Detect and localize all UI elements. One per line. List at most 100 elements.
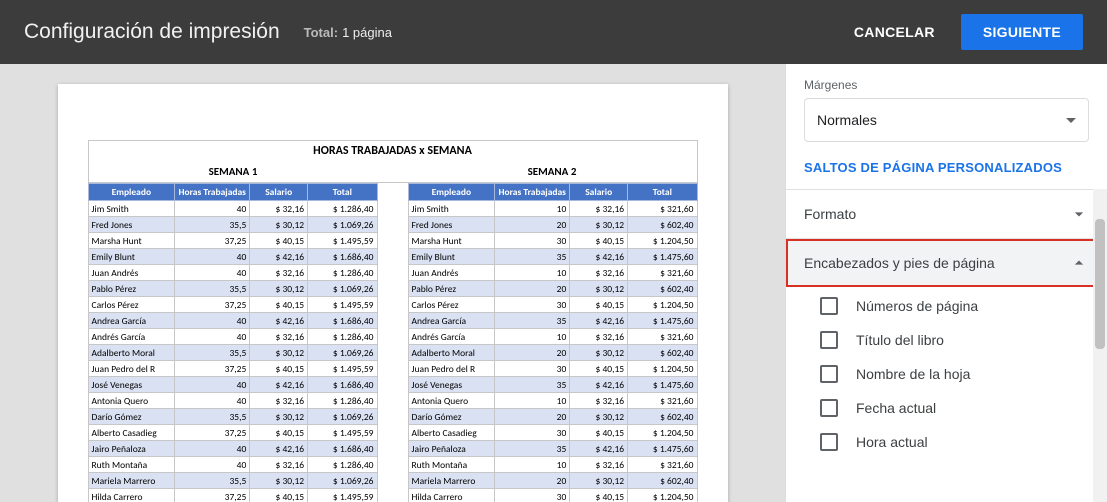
cell-horas: 37,25 <box>175 233 250 249</box>
margins-label: Márgenes <box>804 78 1089 92</box>
cell-horas: 30 <box>495 425 570 441</box>
checkbox-label: Números de página <box>856 298 978 314</box>
cell-salario: $ 32,16 <box>250 393 308 409</box>
cell-salario: $ 32,16 <box>250 265 308 281</box>
table-row: Antonia Quero40$ 32,16$ 1.286,40 <box>88 393 377 409</box>
cell-empleado: Andrea García <box>408 313 495 329</box>
table-row: Mariela Marrero35,5$ 30,12$ 1.069,26 <box>88 473 377 489</box>
cell-empleado: Alberto Casadieg <box>408 425 495 441</box>
table-row: Emily Blunt35$ 42,16$ 1.475,60 <box>408 249 697 265</box>
week2-table: Empleado Horas Trabajadas Salario Total … <box>408 183 698 502</box>
cell-total: $ 321,60 <box>628 329 697 345</box>
cell-empleado: Pablo Pérez <box>408 281 495 297</box>
table-row: Fred Jones20$ 30,12$ 602,40 <box>408 217 697 233</box>
cell-empleado: Juan Pedro del R <box>408 361 495 377</box>
col-total: Total <box>308 184 377 201</box>
cell-total: $ 1.069,26 <box>308 345 377 361</box>
checkbox-option[interactable]: Fecha actual <box>786 391 1107 425</box>
cancel-button[interactable]: CANCELAR <box>838 16 951 48</box>
checkbox-label: Hora actual <box>856 434 928 450</box>
next-button[interactable]: SIGUIENTE <box>961 14 1083 50</box>
cell-total: $ 1.495,59 <box>308 361 377 377</box>
cell-empleado: Hilda Carrero <box>88 489 175 502</box>
cell-salario: $ 40,15 <box>250 489 308 502</box>
cell-empleado: Adalberto Moral <box>88 345 175 361</box>
page-title: Configuración de impresión <box>24 20 280 44</box>
cell-empleado: Mariela Marrero <box>88 473 175 489</box>
table-row: Adalberto Moral35,5$ 30,12$ 1.069,26 <box>88 345 377 361</box>
checkbox-option[interactable]: Hora actual <box>786 425 1107 459</box>
cell-empleado: Adalberto Moral <box>408 345 495 361</box>
cell-total: $ 1.204,50 <box>628 361 697 377</box>
cell-empleado: Jairo Peñaloza <box>408 441 495 457</box>
cell-total: $ 321,60 <box>628 393 697 409</box>
section-formato-label: Formato <box>804 206 856 222</box>
cell-salario: $ 40,15 <box>250 233 308 249</box>
cell-salario: $ 30,12 <box>250 345 308 361</box>
table-row: Hilda Carrero30$ 40,15$ 1.204,50 <box>408 489 697 502</box>
cell-salario: $ 30,12 <box>250 409 308 425</box>
margins-select[interactable]: Normales <box>804 98 1089 142</box>
table-row: Marsha Hunt37,25$ 40,15$ 1.495,59 <box>88 233 377 249</box>
cell-empleado: Emily Blunt <box>88 249 175 265</box>
cell-empleado: Jim Smith <box>88 201 175 217</box>
cell-salario: $ 30,12 <box>570 345 628 361</box>
cell-salario: $ 40,15 <box>250 297 308 313</box>
cell-total: $ 1.204,50 <box>628 233 697 249</box>
section-formato[interactable]: Formato <box>786 190 1107 238</box>
cell-total: $ 1.286,40 <box>308 329 377 345</box>
section-headers-footers[interactable]: Encabezados y pies de página <box>786 239 1107 287</box>
cell-salario: $ 32,16 <box>570 329 628 345</box>
checkbox-option[interactable]: Números de página <box>786 289 1107 323</box>
cell-salario: $ 32,16 <box>250 329 308 345</box>
cell-empleado: Emily Blunt <box>408 249 495 265</box>
cell-empleado: Jim Smith <box>408 201 495 217</box>
checkbox-option[interactable]: Título del libro <box>786 323 1107 357</box>
cell-empleado: Andrés García <box>408 329 495 345</box>
cell-total: $ 1.286,40 <box>308 457 377 473</box>
cell-empleado: Fred Jones <box>88 217 175 233</box>
table-row: Carlos Pérez37,25$ 40,15$ 1.495,59 <box>88 297 377 313</box>
cell-empleado: Marsha Hunt <box>408 233 495 249</box>
table-row: Carlos Pérez30$ 40,15$ 1.204,50 <box>408 297 697 313</box>
cell-horas: 35 <box>495 313 570 329</box>
cell-horas: 35 <box>495 249 570 265</box>
cell-empleado: Jairo Peñaloza <box>88 441 175 457</box>
cell-salario: $ 42,16 <box>250 249 308 265</box>
cell-horas: 35 <box>495 441 570 457</box>
cell-horas: 30 <box>495 489 570 502</box>
table-row: Mariela Marrero20$ 30,12$ 602,40 <box>408 473 697 489</box>
cell-horas: 30 <box>495 233 570 249</box>
cell-empleado: Juan Andrés <box>408 265 495 281</box>
cell-horas: 10 <box>495 329 570 345</box>
cell-horas: 20 <box>495 409 570 425</box>
table-row: José Venegas40$ 42,16$ 1.686,40 <box>88 377 377 393</box>
cell-total: $ 1.286,40 <box>308 201 377 217</box>
cell-salario: $ 42,16 <box>250 377 308 393</box>
custom-page-breaks-link[interactable]: SALTOS DE PÁGINA PERSONALIZADOS <box>786 142 1107 189</box>
table-row: Pablo Pérez20$ 30,12$ 602,40 <box>408 281 697 297</box>
cell-salario: $ 30,12 <box>250 281 308 297</box>
table-row: Marsha Hunt30$ 40,15$ 1.204,50 <box>408 233 697 249</box>
sidebar-scrollbar[interactable] <box>1093 189 1107 502</box>
cell-salario: $ 42,16 <box>250 441 308 457</box>
cell-empleado: Mariela Marrero <box>408 473 495 489</box>
cell-salario: $ 30,12 <box>570 473 628 489</box>
cell-salario: $ 32,16 <box>570 457 628 473</box>
table-row: José Venegas35$ 42,16$ 1.475,60 <box>408 377 697 393</box>
cell-total: $ 1.069,26 <box>308 473 377 489</box>
cell-empleado: Darío Gómez <box>88 409 175 425</box>
cell-empleado: Andrés García <box>88 329 175 345</box>
scrollbar-thumb[interactable] <box>1095 219 1105 349</box>
table-row: Fred Jones35,5$ 30,12$ 1.069,26 <box>88 217 377 233</box>
table-row: Hilda Carrero37,25$ 40,15$ 1.495,59 <box>88 489 377 502</box>
cell-empleado: Fred Jones <box>408 217 495 233</box>
col-salario: Salario <box>250 184 308 201</box>
cell-total: $ 1.286,40 <box>308 393 377 409</box>
checkbox-option[interactable]: Nombre de la hoja <box>786 357 1107 391</box>
cell-horas: 37,25 <box>175 361 250 377</box>
cell-empleado: Carlos Pérez <box>408 297 495 313</box>
checkbox-label: Fecha actual <box>856 400 936 416</box>
cell-total: $ 1.069,26 <box>308 217 377 233</box>
cell-salario: $ 32,16 <box>250 201 308 217</box>
